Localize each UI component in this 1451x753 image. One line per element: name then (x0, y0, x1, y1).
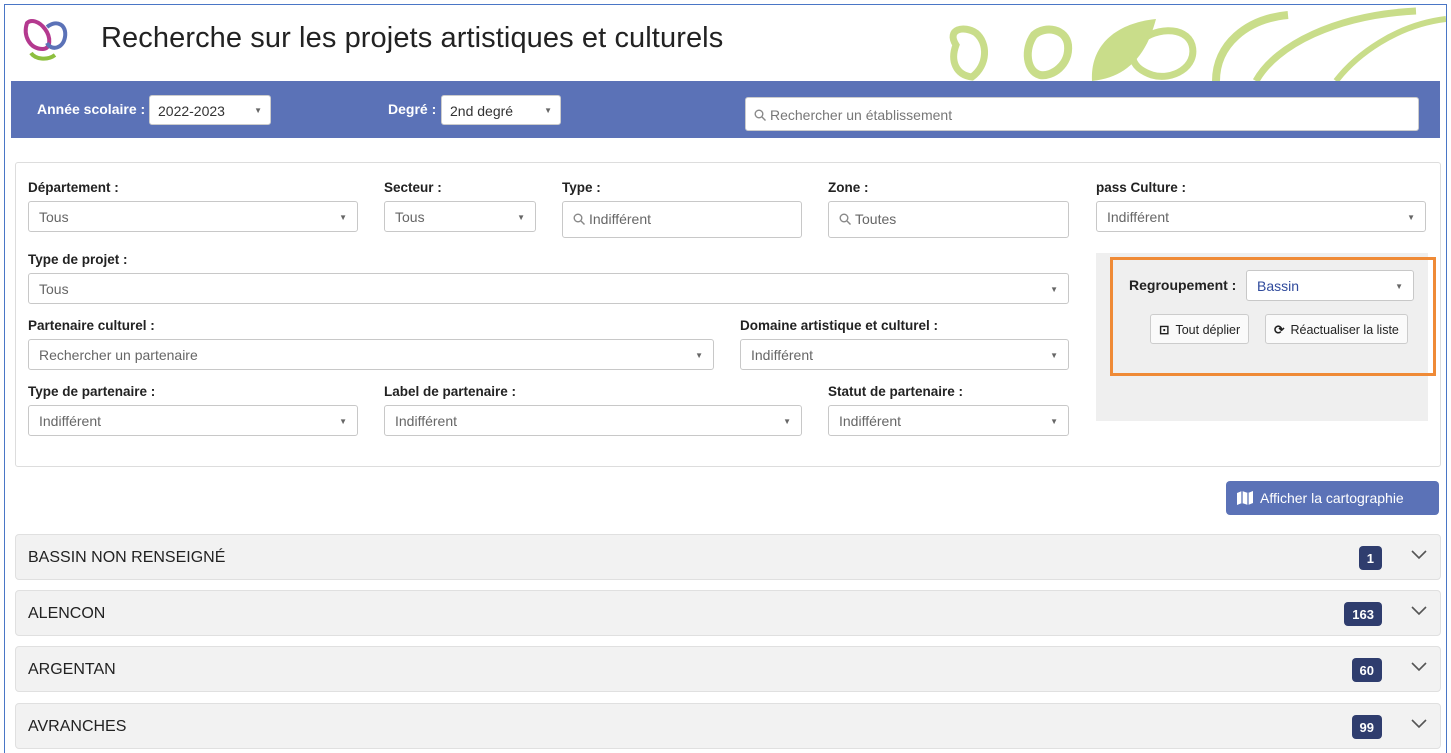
degre-label: Degré : (388, 101, 437, 117)
departement-select[interactable]: Tous ▼ (28, 201, 358, 232)
group-accordion-row[interactable]: AVRANCHES 99 (15, 703, 1441, 749)
domaine-value: Indifférent (751, 347, 814, 363)
chevron-down-icon: ▼ (1407, 213, 1415, 222)
chevron-down-icon: ▼ (517, 213, 525, 222)
chevron-down-icon: ▼ (339, 417, 347, 426)
search-icon (573, 213, 585, 225)
group-count-badge: 60 (1351, 658, 1382, 682)
pass-culture-value: Indifférent (1107, 209, 1170, 225)
label-partenaire-label: Label de partenaire : (384, 384, 517, 399)
group-accordion-row[interactable]: ARGENTAN 60 (15, 646, 1441, 692)
page-header: Recherche sur les projets artistiques et… (5, 5, 1446, 81)
type-search-input[interactable]: Indifférent (562, 201, 802, 238)
domaine-select[interactable]: Indifférent ▼ (740, 339, 1069, 370)
type-partenaire-value: Indifférent (39, 413, 102, 429)
secteur-select[interactable]: Tous ▼ (384, 201, 536, 232)
page-title: Recherche sur les projets artistiques et… (101, 22, 724, 54)
chevron-down-icon[interactable] (1410, 717, 1428, 731)
chevron-down-icon[interactable] (1410, 548, 1428, 562)
chevron-down-icon: ▼ (544, 106, 552, 115)
partenaire-culturel-select[interactable]: Rechercher un partenaire ▼ (28, 339, 714, 370)
type-projet-value: Tous (39, 281, 69, 297)
etablissement-search-input[interactable]: Rechercher un établissement (745, 97, 1419, 131)
label-partenaire-select[interactable]: Indifférent ▼ (384, 405, 802, 436)
culture-logo-icon (23, 19, 68, 61)
search-icon (839, 213, 851, 225)
type-partenaire-label: Type de partenaire : (28, 384, 156, 399)
chevron-down-icon: ▼ (695, 351, 703, 360)
type-placeholder: Indifférent (589, 211, 652, 227)
chevron-down-icon: ▼ (1050, 285, 1058, 294)
zone-placeholder: Toutes (855, 211, 897, 227)
partenaire-culturel-placeholder: Rechercher un partenaire (39, 347, 198, 363)
group-accordion-row[interactable]: ALENCON 163 (15, 590, 1441, 636)
zone-search-input[interactable]: Toutes (828, 201, 1069, 238)
group-name: BASSIN NON RENSEIGNÉ (28, 549, 226, 566)
annee-label: Année scolaire : (37, 101, 146, 117)
search-icon (754, 109, 766, 121)
app-frame: Recherche sur les projets artistiques et… (4, 4, 1447, 753)
group-accordion-row[interactable]: BASSIN NON RENSEIGNÉ 1 (15, 534, 1441, 580)
departement-value: Tous (39, 209, 69, 225)
pass-culture-label: pass Culture : (1096, 180, 1187, 195)
group-count-badge: 99 (1351, 715, 1382, 739)
annee-value: 2022-2023 (158, 103, 225, 119)
type-projet-select[interactable]: Tous ▼ (28, 273, 1069, 304)
top-filter-bar: Année scolaire : 2022-2023 ▼ Degré : 2nd… (11, 81, 1440, 138)
chevron-down-icon[interactable] (1410, 660, 1428, 674)
chevron-down-icon: ▼ (254, 106, 262, 115)
chevron-down-icon: ▼ (1050, 351, 1058, 360)
label-partenaire-value: Indifférent (395, 413, 458, 429)
degre-select[interactable]: 2nd degré ▼ (441, 95, 561, 125)
group-name: ARGENTAN (28, 661, 116, 678)
header-leaves-decoration (949, 7, 1446, 81)
group-count-badge: 1 (1358, 546, 1382, 570)
secteur-label: Secteur : (384, 180, 442, 195)
show-map-button[interactable]: Afficher la cartographie (1226, 481, 1439, 515)
group-name: ALENCON (28, 605, 106, 622)
degre-value: 2nd degré (450, 103, 514, 119)
type-partenaire-select[interactable]: Indifférent ▼ (28, 405, 358, 436)
type-projet-label: Type de projet : (28, 252, 128, 267)
partenaire-culturel-label: Partenaire culturel : (28, 318, 155, 333)
group-count-badge: 163 (1344, 602, 1382, 626)
chevron-down-icon: ▼ (783, 417, 791, 426)
chevron-down-icon: ▼ (1050, 417, 1058, 426)
statut-partenaire-value: Indifférent (839, 413, 902, 429)
map-icon (1237, 491, 1253, 505)
group-name: AVRANCHES (28, 718, 127, 735)
departement-label: Département : (28, 180, 119, 195)
annee-select[interactable]: 2022-2023 ▼ (149, 95, 271, 125)
zone-label: Zone : (828, 180, 869, 195)
search-placeholder: Rechercher un établissement (770, 107, 953, 123)
statut-partenaire-select[interactable]: Indifférent ▼ (828, 405, 1069, 436)
domaine-label: Domaine artistique et culturel : (740, 318, 939, 333)
pass-culture-select[interactable]: Indifférent ▼ (1096, 201, 1426, 232)
secteur-value: Tous (395, 209, 425, 225)
chevron-down-icon[interactable] (1410, 604, 1428, 618)
chevron-down-icon: ▼ (339, 213, 347, 222)
show-map-label: Afficher la cartographie (1260, 490, 1404, 506)
grouping-highlight-frame (1110, 257, 1436, 376)
statut-partenaire-label: Statut de partenaire : (828, 384, 964, 399)
type-label: Type : (562, 180, 601, 195)
